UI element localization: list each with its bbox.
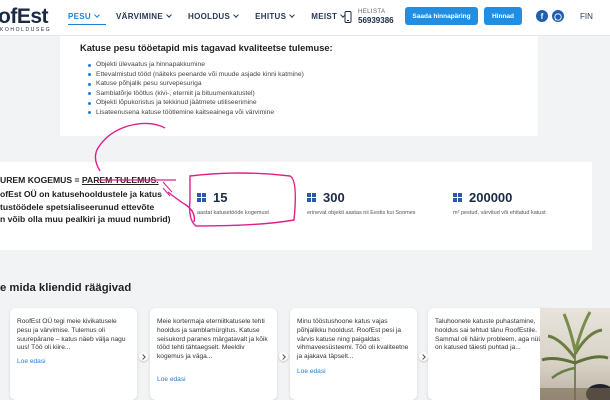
list-item: Samblatõrje töötlus (kivi-, eterniit ja …: [88, 89, 304, 99]
stat-caption: m² pestud, värvitud või ehitatud katust: [453, 210, 546, 216]
nav-active-underline: [68, 24, 106, 25]
main-nav: PESU VÄRVIMINE HOOLDUS EHITUS MEIST: [68, 12, 362, 21]
list-item: Katuse põhjalik pesu survepesuriga: [88, 79, 304, 89]
stat-number: 15: [213, 190, 228, 205]
whatsapp-icon[interactable]: [552, 10, 564, 22]
read-more-link[interactable]: Loe edasi: [297, 368, 326, 375]
carousel-arrow-icon[interactable]: [279, 352, 288, 361]
reviews-title: e mida kliendid räägivad: [0, 282, 132, 294]
stat-number: 200000: [469, 190, 513, 205]
phone-label: HELISTA: [358, 9, 386, 15]
carousel-arrow-icon[interactable]: [139, 352, 148, 361]
services-title: Katuse pesu tööetapid mis tagavad kvalit…: [80, 43, 333, 53]
chevron-down-icon: [289, 12, 296, 18]
phone-icon: [344, 11, 352, 23]
list-item: Lisateenusena katuse töötlemine kaitseai…: [88, 108, 304, 118]
nav-item-varvimine[interactable]: VÄRVIMINE: [116, 12, 172, 21]
carousel-arrow-icon[interactable]: [419, 352, 428, 361]
stat-caption: erinevat objekti aastas nii Eestis kui S…: [307, 210, 416, 216]
nav-item-meist[interactable]: MEIST: [311, 12, 347, 21]
webcam-overlay: [540, 308, 610, 400]
review-text: Taluhoonete katuste puhastamine, hooldus…: [435, 318, 546, 352]
review-card: Minu tööstushoone katus vajas põhjalikku…: [290, 308, 417, 400]
list-item: Objekti lõpukoristus ja tekkinud jäätmet…: [88, 98, 304, 108]
review-text: RoofEst OÜ tegi meie kivikatusele pesu j…: [17, 318, 126, 352]
read-more-link[interactable]: Loe edasi: [17, 358, 46, 365]
stat-number: 300: [323, 190, 345, 205]
stat-caption: aastat katusetööde kogemust: [197, 210, 269, 216]
services-list: Objekti ülevaatus ja hinnapakkumine Ette…: [88, 60, 304, 117]
nav-item-pesu[interactable]: PESU: [68, 12, 100, 21]
grid-icon: [307, 193, 316, 202]
site-logo[interactable]: ofEst: [0, 5, 49, 29]
facebook-icon[interactable]: f: [536, 10, 548, 22]
language-switch[interactable]: FIN: [580, 12, 593, 21]
chevron-down-icon: [166, 12, 172, 18]
phone-number[interactable]: 56939386: [358, 16, 394, 25]
review-text: Minu tööstushoone katus vajas põhjalikku…: [297, 318, 409, 361]
chevron-down-icon: [94, 12, 100, 18]
intro-text-line: ofEst OÜ on katusehooldustele ja katus: [0, 189, 162, 199]
intro-text-line: n võib olla muu pealkiri ja muud numbrid…: [0, 214, 171, 224]
site-header: ofEst KOHOLDUSEG PESU VÄRVIMINE HOOLDUS …: [0, 0, 610, 36]
nav-item-ehitus[interactable]: EHITUS: [255, 12, 296, 21]
services-section: Katuse pesu tööetapid mis tagavad kvalit…: [60, 36, 538, 136]
plant-icon: [540, 311, 610, 400]
intro-text-line: tustöödele spetsialiseerunud ettevõte: [0, 202, 155, 212]
prices-button[interactable]: Hinnad: [484, 7, 522, 25]
review-text: Meie kortermaja eterniitkatusele tehti h…: [157, 318, 268, 361]
review-card: Meie kortermaja eterniitkatusele tehti h…: [150, 308, 277, 400]
read-more-link[interactable]: Loe edasi: [157, 376, 186, 383]
intro-headline: UREM KOGEMUS = PAREM TULEMUS.: [0, 175, 159, 185]
grid-icon: [453, 193, 462, 202]
review-card: RoofEst OÜ tegi meie kivikatusele pesu j…: [10, 308, 137, 400]
whatsapp-glyph-icon: [554, 13, 562, 21]
grid-icon: [197, 193, 206, 202]
logo-tagline: KOHOLDUSEG: [0, 27, 52, 33]
chevron-down-icon: [233, 12, 239, 18]
list-item: Objekti ülevaatus ja hinnapakkumine: [88, 60, 304, 70]
nav-item-hooldus[interactable]: HOOLDUS: [188, 12, 239, 21]
send-price-request-button[interactable]: Saada hinnapäring: [405, 7, 478, 25]
stats-section: UREM KOGEMUS = PAREM TULEMUS. ofEst OÜ o…: [0, 162, 592, 250]
list-item: Ettevalmistud tööd (näiteks peenarde või…: [88, 70, 304, 80]
review-card: Taluhoonete katuste puhastamine, hooldus…: [428, 308, 555, 400]
